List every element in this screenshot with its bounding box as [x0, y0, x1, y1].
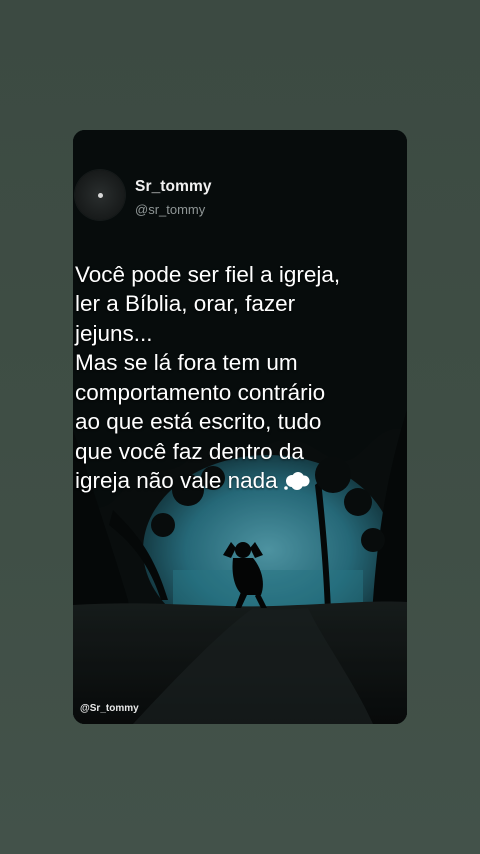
display-name[interactable]: Sr_tommy: [135, 178, 212, 196]
user-handle[interactable]: @sr_tommy: [135, 202, 205, 217]
watermark: @Sr_tommy: [80, 703, 139, 714]
thought-balloon-icon: [283, 472, 310, 490]
post-body: Você pode ser fiel a igreja, ler a Bíbli…: [75, 230, 405, 496]
avatar-dot-icon: [98, 193, 103, 198]
avatar[interactable]: [75, 170, 125, 220]
post-card: Sr_tommy @sr_tommy Você pode ser fiel a …: [73, 130, 407, 724]
post-header: Sr_tommy @sr_tommy: [73, 170, 407, 230]
post-text: Você pode ser fiel a igreja, ler a Bíbli…: [75, 261, 341, 494]
